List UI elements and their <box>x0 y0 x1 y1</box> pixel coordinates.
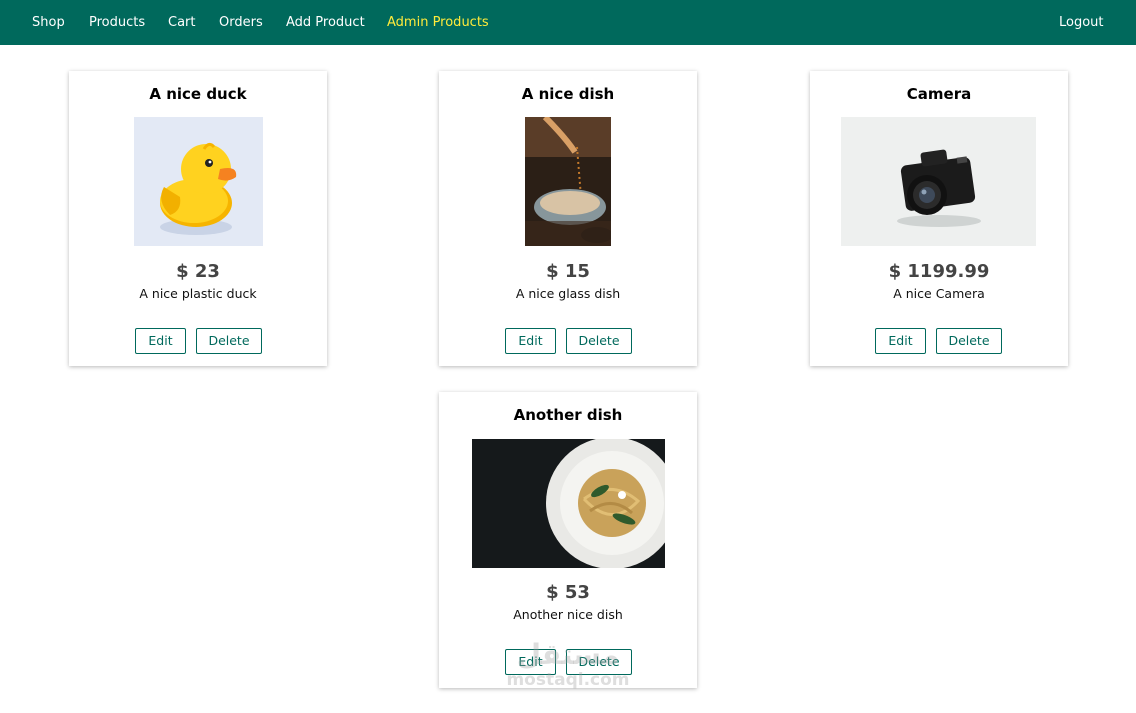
nav-link-shop[interactable]: Shop <box>32 0 65 45</box>
product-card: A nice dish $ 15 A nice glass dish Edit … <box>439 71 697 366</box>
nav-link-admin-products[interactable]: Admin Products <box>387 0 489 45</box>
delete-button[interactable]: Delete <box>936 328 1002 354</box>
product-image-duck <box>134 117 263 246</box>
delete-button[interactable]: Delete <box>566 328 632 354</box>
product-title: A nice dish <box>521 85 615 103</box>
product-price: $ 15 <box>546 261 590 282</box>
nav-link-orders[interactable]: Orders <box>219 0 263 45</box>
product-description: A nice plastic duck <box>139 286 257 301</box>
product-image-camera <box>841 117 1036 246</box>
edit-button[interactable]: Edit <box>505 649 556 675</box>
product-price: $ 1199.99 <box>888 261 990 282</box>
product-description: A nice Camera <box>893 286 985 301</box>
delete-button[interactable]: Delete <box>566 649 632 675</box>
logout-button[interactable]: Logout <box>1059 0 1104 45</box>
product-description: A nice glass dish <box>515 286 621 301</box>
nav-link-products[interactable]: Products <box>89 0 145 45</box>
product-title: Another dish <box>513 406 623 424</box>
product-card: A nice duck $ 23 A nice plastic duck Edi… <box>69 71 327 366</box>
delete-button[interactable]: Delete <box>196 328 262 354</box>
product-title: A nice duck <box>149 85 247 103</box>
nav-link-add-product[interactable]: Add Product <box>286 0 365 45</box>
product-card: Another dish $ 53 Another nice dish Edit… <box>439 392 697 688</box>
product-description: Another nice dish <box>513 607 623 622</box>
product-title: Camera <box>906 85 972 103</box>
product-image-pasta <box>472 439 665 568</box>
top-navbar: Shop Products Cart Orders Add Product Ad… <box>0 0 1136 45</box>
nav-link-cart[interactable]: Cart <box>168 0 196 45</box>
product-price: $ 23 <box>176 261 220 282</box>
product-card: Camera $ 1199.99 A nice Camera Edit Dele… <box>810 71 1068 366</box>
product-price: $ 53 <box>546 582 590 603</box>
product-image-dish <box>525 117 611 246</box>
edit-button[interactable]: Edit <box>875 328 926 354</box>
edit-button[interactable]: Edit <box>135 328 186 354</box>
edit-button[interactable]: Edit <box>505 328 556 354</box>
